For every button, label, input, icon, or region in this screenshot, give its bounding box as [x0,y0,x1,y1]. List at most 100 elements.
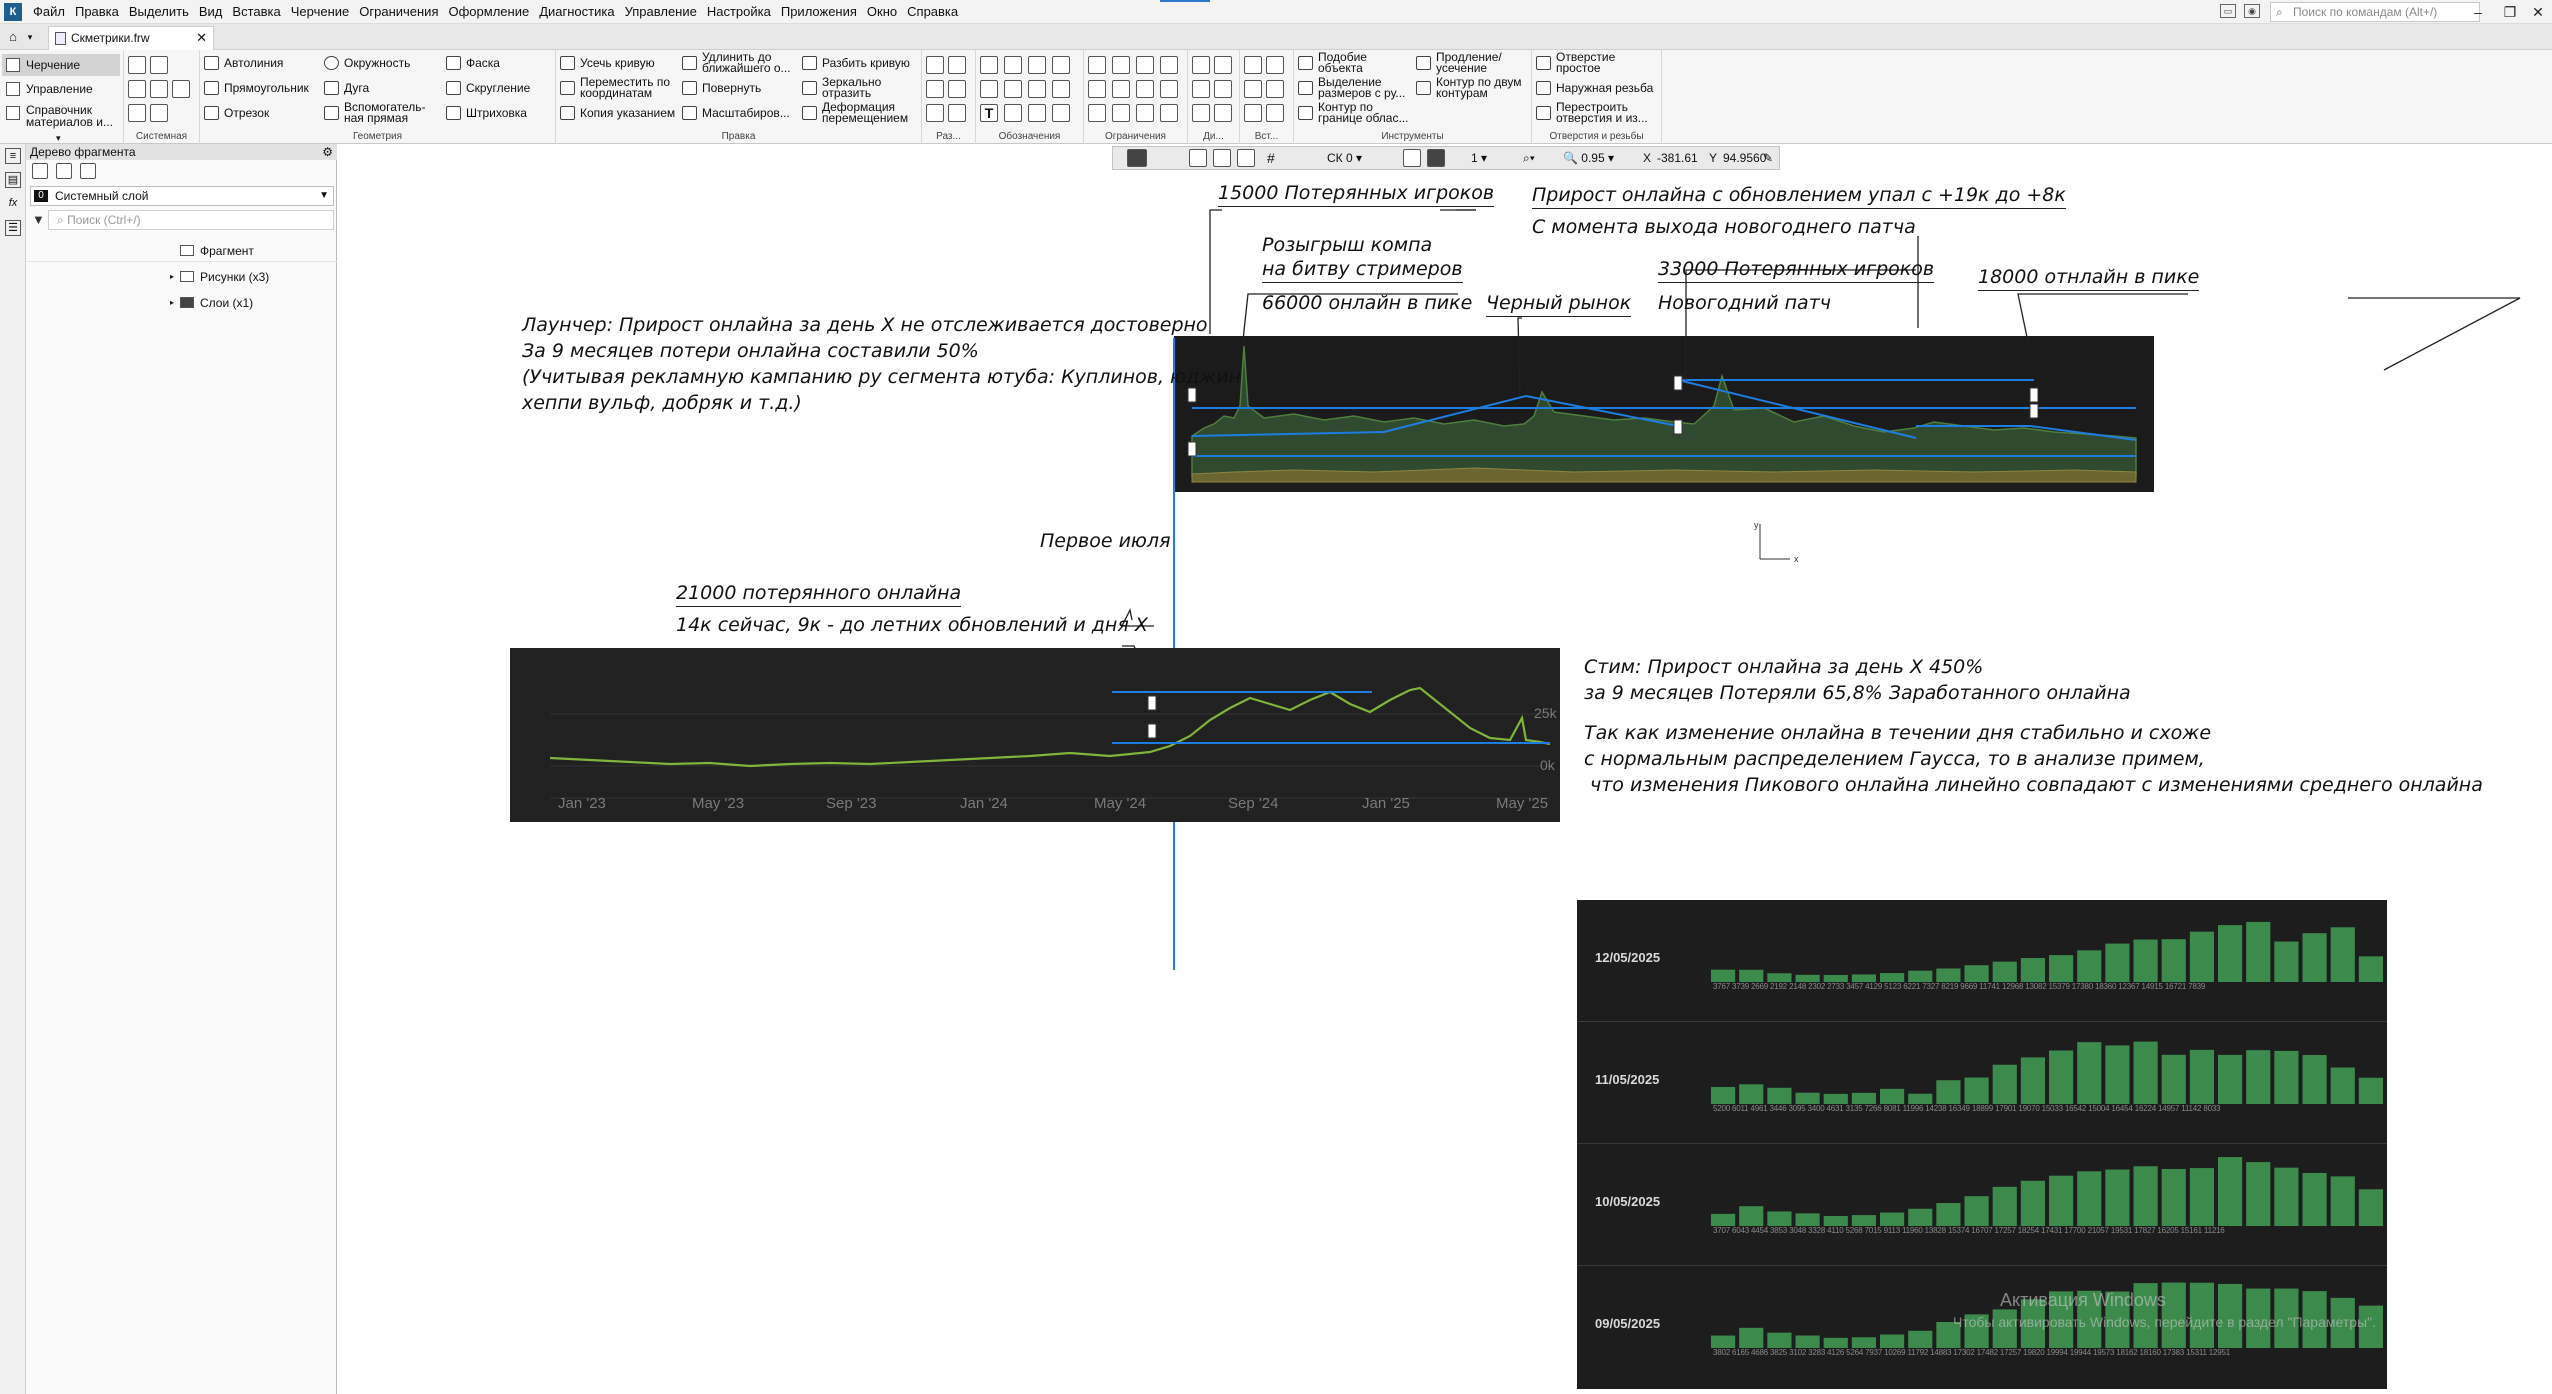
redo-icon[interactable] [150,104,168,122]
leader-icon[interactable] [980,56,998,74]
simple-hole-button[interactable]: Отверстие простое [1534,51,1658,74]
table-icon[interactable] [1004,104,1022,122]
select-dims-button[interactable]: Выделение размеров с ру... [1296,76,1414,99]
tolerance-icon[interactable] [1052,56,1070,74]
hatch-button[interactable]: Штриховка [444,102,527,124]
segment-button[interactable]: Отрезок [202,102,269,124]
layer-select[interactable]: 0 Системный слой ▼ [30,186,334,206]
mode-drawing[interactable]: Черчение [2,54,120,76]
rectangle-button[interactable]: Прямоугольник [202,77,309,99]
outer-thread-button[interactable]: Наружная резьба [1534,77,1658,99]
mode-materials[interactable]: Справочник материалов и... [2,102,120,130]
symmetry-icon[interactable] [1136,104,1154,122]
auxline-button[interactable]: Вспомогатель-ная прямая [322,101,442,124]
y-coordinate[interactable]: 94.9560 [1723,147,1766,169]
grid-icon[interactable]: # [1267,147,1275,169]
contour-border-button[interactable]: Контур по границе облас... [1296,101,1414,124]
coincide-icon[interactable] [1160,104,1178,122]
perpendicular-icon[interactable] [1136,56,1154,74]
copy-button[interactable]: Копия указанием [558,102,678,124]
step-select[interactable]: 1 ▾ [1471,147,1487,169]
x-coordinate[interactable]: -381.61 [1657,147,1698,169]
split-curve-button[interactable]: Разбить кривую [800,52,910,74]
star-icon[interactable] [1192,80,1210,98]
diag2-icon[interactable] [1214,56,1232,74]
chevron-down-icon[interactable]: ▾ [56,133,61,144]
expand-icon[interactable]: ▸ [170,266,174,288]
tangent-icon[interactable] [1160,56,1178,74]
mode-management[interactable]: Управление [2,78,120,100]
close-icon[interactable]: ✕ [2522,0,2552,24]
extend-trim-button[interactable]: Продление/ усечение [1414,51,1530,74]
center-mark-icon[interactable] [1052,104,1070,122]
app-icon[interactable]: К [4,3,22,21]
arc-dim-icon[interactable] [948,104,966,122]
tree-search-input[interactable]: ⌕ Поиск (Ctrl+/) [48,210,334,230]
hatch-small-icon[interactable] [1028,104,1046,122]
save-icon[interactable] [172,80,190,98]
contour-two-button[interactable]: Контур по двум контурам [1414,76,1530,99]
track-icon[interactable] [1237,149,1255,167]
insert-icon[interactable] [1244,56,1262,74]
trim-curve-button[interactable]: Усечь кривую [558,52,655,74]
chevron-down-icon[interactable]: ▾ [24,28,36,46]
deform-button[interactable]: Деформация перемещением [800,101,918,124]
round-icon[interactable] [1427,149,1445,167]
base-icon[interactable] [1028,56,1046,74]
home-icon[interactable]: ⌂ [4,28,22,46]
menu-management[interactable]: Управление [620,0,702,24]
preview-icon[interactable] [150,80,168,98]
menu-constraints[interactable]: Ограничения [354,0,443,24]
camera-icon[interactable]: ◉ [2244,4,2260,18]
diag-icon[interactable] [1192,56,1210,74]
layers-icon[interactable]: ☰ [5,220,21,236]
insert3-icon[interactable] [1266,80,1284,98]
tree-view-icon[interactable]: ≡ [5,148,21,164]
menu-help[interactable]: Справка [902,0,963,24]
menu-window[interactable]: Окно [862,0,902,24]
diag3-icon[interactable] [1214,80,1232,98]
angle-dim-icon[interactable] [926,80,944,98]
undo-icon[interactable] [128,104,146,122]
menu-view[interactable]: Вид [194,0,228,24]
move-coords-button[interactable]: Переместить по координатам [558,76,678,99]
snap-icon[interactable] [1127,149,1147,167]
menu-select[interactable]: Выделить [124,0,194,24]
menu-drawing[interactable]: Черчение [286,0,355,24]
diameter-dim-icon[interactable] [948,56,966,74]
pencil-icon[interactable] [32,163,48,179]
equal-icon[interactable] [1112,104,1130,122]
horizontal-icon[interactable] [1088,104,1106,122]
insert5-icon[interactable] [1266,104,1284,122]
menu-file[interactable]: Файл [28,0,70,24]
scale-button[interactable]: Масштабиров... [680,102,790,124]
layout-icon[interactable]: ▭ [2220,4,2236,18]
vertical-icon[interactable] [1088,56,1106,74]
print-icon[interactable] [128,80,146,98]
zoom-icon[interactable]: ⌕▾ [1523,147,1535,169]
insert4-icon[interactable] [1244,104,1262,122]
image-icon[interactable] [1244,80,1262,98]
minimize-icon[interactable]: – [2462,0,2494,24]
command-search-input[interactable]: ⌕ Поиск по командам (Alt+/) [2270,2,2480,22]
zoom-field[interactable]: 🔍 0.95 ▾ [1563,147,1614,169]
menu-edit[interactable]: Правка [70,0,124,24]
arc-button[interactable]: Дуга [322,77,369,99]
chain-dim-icon[interactable] [926,104,944,122]
cs-select[interactable]: СК 0 ▾ [1327,147,1362,169]
menu-apps[interactable]: Приложения [776,0,862,24]
fix-point-icon[interactable] [1136,80,1154,98]
drawing-canvas[interactable]: y x 15000 Потерянных игроков Розыгрыш ко… [338,144,2552,1394]
similar-object-button[interactable]: Подобие объекта [1296,51,1414,74]
radius-dim-icon[interactable] [948,80,966,98]
parallel-icon[interactable] [1112,56,1130,74]
rotate-button[interactable]: Повернуть [680,77,761,99]
gear-icon[interactable]: ⚙ [322,144,333,160]
tree-item-fragment[interactable]: Фрагмент [26,240,337,262]
concentric-icon[interactable] [1160,80,1178,98]
roughness-icon[interactable] [1004,56,1022,74]
picture-icon[interactable] [80,163,96,179]
ortho-icon[interactable] [1213,149,1231,167]
close-tab-icon[interactable]: ✕ [196,27,207,49]
text-t-icon[interactable]: T [980,104,998,122]
